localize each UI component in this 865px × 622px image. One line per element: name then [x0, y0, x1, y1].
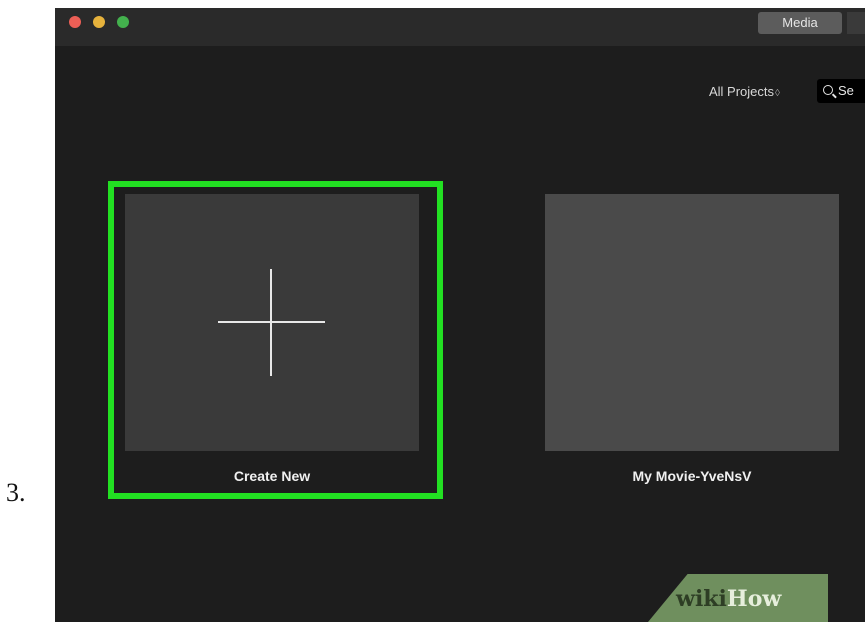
- updown-arrows-icon: ◊: [775, 88, 780, 99]
- imovie-window: Media All Projects◊ Se Create New My Mov…: [55, 8, 865, 622]
- highlight-box: [108, 181, 443, 499]
- minimize-window-button[interactable]: [93, 16, 105, 28]
- toolbar-next-button[interactable]: [847, 12, 865, 34]
- zoom-window-button[interactable]: [117, 16, 129, 28]
- step-number: 3.: [6, 478, 26, 507]
- media-button[interactable]: Media: [758, 12, 842, 34]
- title-bar: Media: [55, 8, 865, 46]
- wikihow-how: How: [726, 586, 782, 612]
- search-text: Se: [838, 83, 854, 98]
- all-projects-dropdown[interactable]: All Projects◊: [709, 84, 780, 99]
- close-window-button[interactable]: [69, 16, 81, 28]
- project-label: My Movie-YveNsV: [632, 468, 752, 484]
- search-input[interactable]: Se: [817, 79, 865, 103]
- project-thumbnail[interactable]: [545, 194, 839, 451]
- wikihow-logo-text: wikiHow: [676, 586, 781, 612]
- search-icon: [823, 85, 833, 95]
- all-projects-label: All Projects: [709, 84, 775, 99]
- wikihow-wiki: wiki: [676, 586, 727, 612]
